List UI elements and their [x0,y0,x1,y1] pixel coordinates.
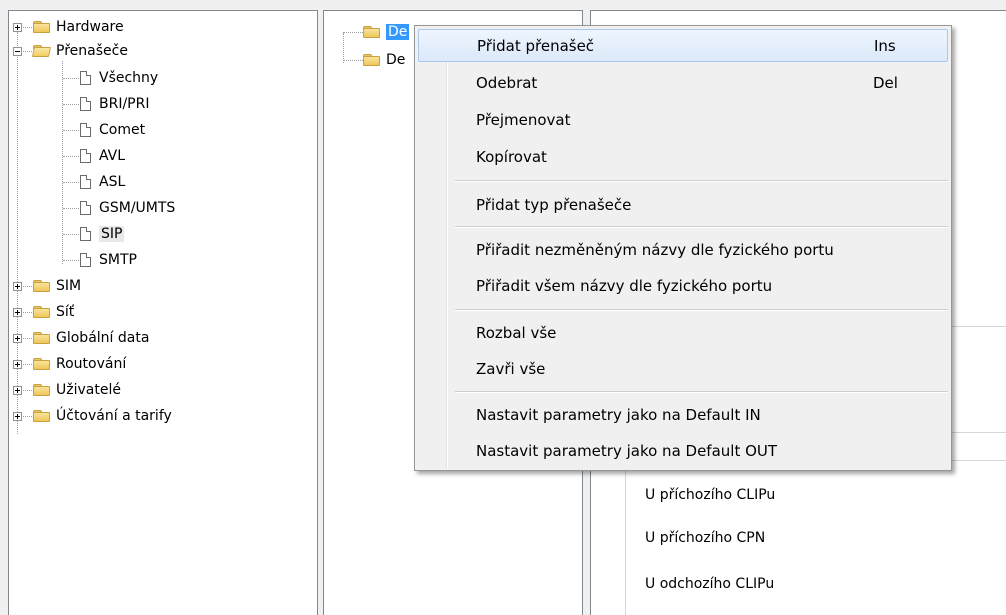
expand-icon[interactable] [13,385,22,395]
menu-item-add-carrier[interactable]: Přidat přenašeč Ins [418,29,948,62]
tree-item-label: Účtování a tarify [56,408,172,424]
tree-item-label: SMTP [99,252,137,268]
tree-item-uctovani[interactable]: Účtování a tarify [13,405,172,427]
menu-item-rename[interactable]: Přejmenovat [418,103,948,136]
tree-item-label: AVL [99,148,126,164]
folder-icon [33,305,51,319]
menu-item-set-default-in[interactable]: Nastavit parametry jako na Default IN [418,398,948,431]
menu-item-label: Přiřadit všem názvy dle fyzického portu [476,276,773,295]
menu-item-label: Rozbal vše [476,323,557,342]
document-icon [80,123,91,137]
menu-item-label: Přidat přenašeč [477,36,595,55]
tree-item-bri-pri[interactable]: BRI/PRI [62,93,149,115]
tree-item-label: SIM [56,278,82,294]
menu-item-assign-all-names[interactable]: Přiřadit všem názvy dle fyzického portu [418,269,948,302]
tree-item-uzivatele[interactable]: Uživatelé [13,379,121,401]
menu-item-label: Odebrat [476,73,538,92]
tree-item-vsechny[interactable]: Všechny [62,67,158,89]
menu-item-label: Kopírovat [476,147,547,166]
tree-item-gsm-umts[interactable]: GSM/UMTS [62,197,175,219]
menu-item-label: Nastavit parametry jako na Default OUT [476,441,778,460]
tree-item-label: Hardware [56,19,124,35]
document-icon [80,227,91,241]
menu-shortcut: Del [873,73,898,92]
incoming-cpn-label: U příchozího CPN [645,530,766,546]
folder-icon [363,53,381,67]
tree-item-default-out[interactable]: De [343,49,405,71]
tree-item-smtp[interactable]: SMTP [62,249,137,271]
menu-item-label: Přiřadit nezměněným názvy dle fyzického … [476,240,834,259]
tree-item-routovani[interactable]: Routování [13,353,126,375]
menu-separator [455,391,948,393]
divider [950,432,1006,433]
menu-separator [455,180,948,182]
tree-item-label: SIP [99,226,125,242]
folder-icon [33,20,51,34]
menu-separator [455,226,948,228]
document-icon [80,201,91,215]
folder-icon [33,409,51,423]
document-icon [80,71,91,85]
document-icon [80,175,91,189]
menu-item-expand-all[interactable]: Rozbal vše [418,316,948,349]
tree-item-asl[interactable]: ASL [62,171,125,193]
menu-item-label: Zavři vše [476,359,546,378]
menu-item-label: Přejmenovat [476,110,571,129]
tree-item-sip[interactable]: SIP [62,223,125,245]
tree-item-default-in[interactable]: De [343,21,410,43]
expand-icon[interactable] [13,333,22,343]
tree-item-label: Přenašeče [56,43,128,59]
tree-item-label: Síť [56,304,75,320]
menu-item-set-default-out[interactable]: Nastavit parametry jako na Default OUT [418,434,948,467]
tree-item-avl[interactable]: AVL [62,145,125,167]
menu-item-add-carrier-type[interactable]: Přidat typ přenašeče [418,188,948,221]
folder-icon [33,383,51,397]
expand-icon[interactable] [13,359,22,369]
tree-item-label: De [386,24,410,40]
folder-icon [33,331,51,345]
tree-item-label: BRI/PRI [99,96,150,112]
open-folder-icon [33,44,51,58]
tree-item-globalni-data[interactable]: Globální data [13,327,149,349]
incoming-clip-label: U příchozího CLIPu [645,487,776,503]
tree-item-label: ASL [99,174,126,190]
expand-icon[interactable] [13,22,22,32]
document-icon [80,253,91,267]
menu-separator [455,309,948,311]
divider [625,470,626,615]
menu-item-label: Přidat typ přenašeče [476,195,632,214]
tree-item-label: Všechny [99,70,159,86]
tree-item-label: Routování [56,356,127,372]
tree-item-label: GSM/UMTS [99,200,176,216]
outgoing-clip-label: U odchozího CLIPu [645,576,775,592]
tree-item-prenasece[interactable]: Přenašeče [13,40,128,62]
context-menu: Přidat přenašeč Ins Odebrat Del Přejmeno… [414,25,952,471]
menu-item-assign-unchanged-names[interactable]: Přiřadit nezměněným názvy dle fyzického … [418,233,948,266]
divider [950,326,1006,327]
expand-icon[interactable] [13,307,22,317]
expand-icon[interactable] [13,281,22,291]
divider [950,460,1006,461]
collapse-icon[interactable] [13,46,22,56]
navigation-tree: Hardware Přenašeče Všechny BRI/PRI Comet… [8,10,318,615]
menu-item-label: Nastavit parametry jako na Default IN [476,405,761,424]
tree-item-label: Comet [99,122,146,138]
tree-item-label: Uživatelé [56,382,121,398]
document-icon [80,97,91,111]
menu-item-copy[interactable]: Kopírovat [418,140,948,173]
folder-icon [33,357,51,371]
tree-item-comet[interactable]: Comet [62,119,145,141]
tree-item-sit[interactable]: Síť [13,301,74,323]
expand-icon[interactable] [13,411,22,421]
folder-icon [363,25,381,39]
menu-item-collapse-all[interactable]: Zavři vše [418,352,948,385]
tree-item-label: De [386,52,406,68]
tree-item-hardware[interactable]: Hardware [13,16,124,38]
tree-item-label: Globální data [56,330,150,346]
tree-item-sim[interactable]: SIM [13,275,81,297]
folder-icon [33,279,51,293]
menu-item-remove[interactable]: Odebrat Del [418,66,948,99]
document-icon [80,149,91,163]
menu-shortcut: Ins [874,36,896,55]
